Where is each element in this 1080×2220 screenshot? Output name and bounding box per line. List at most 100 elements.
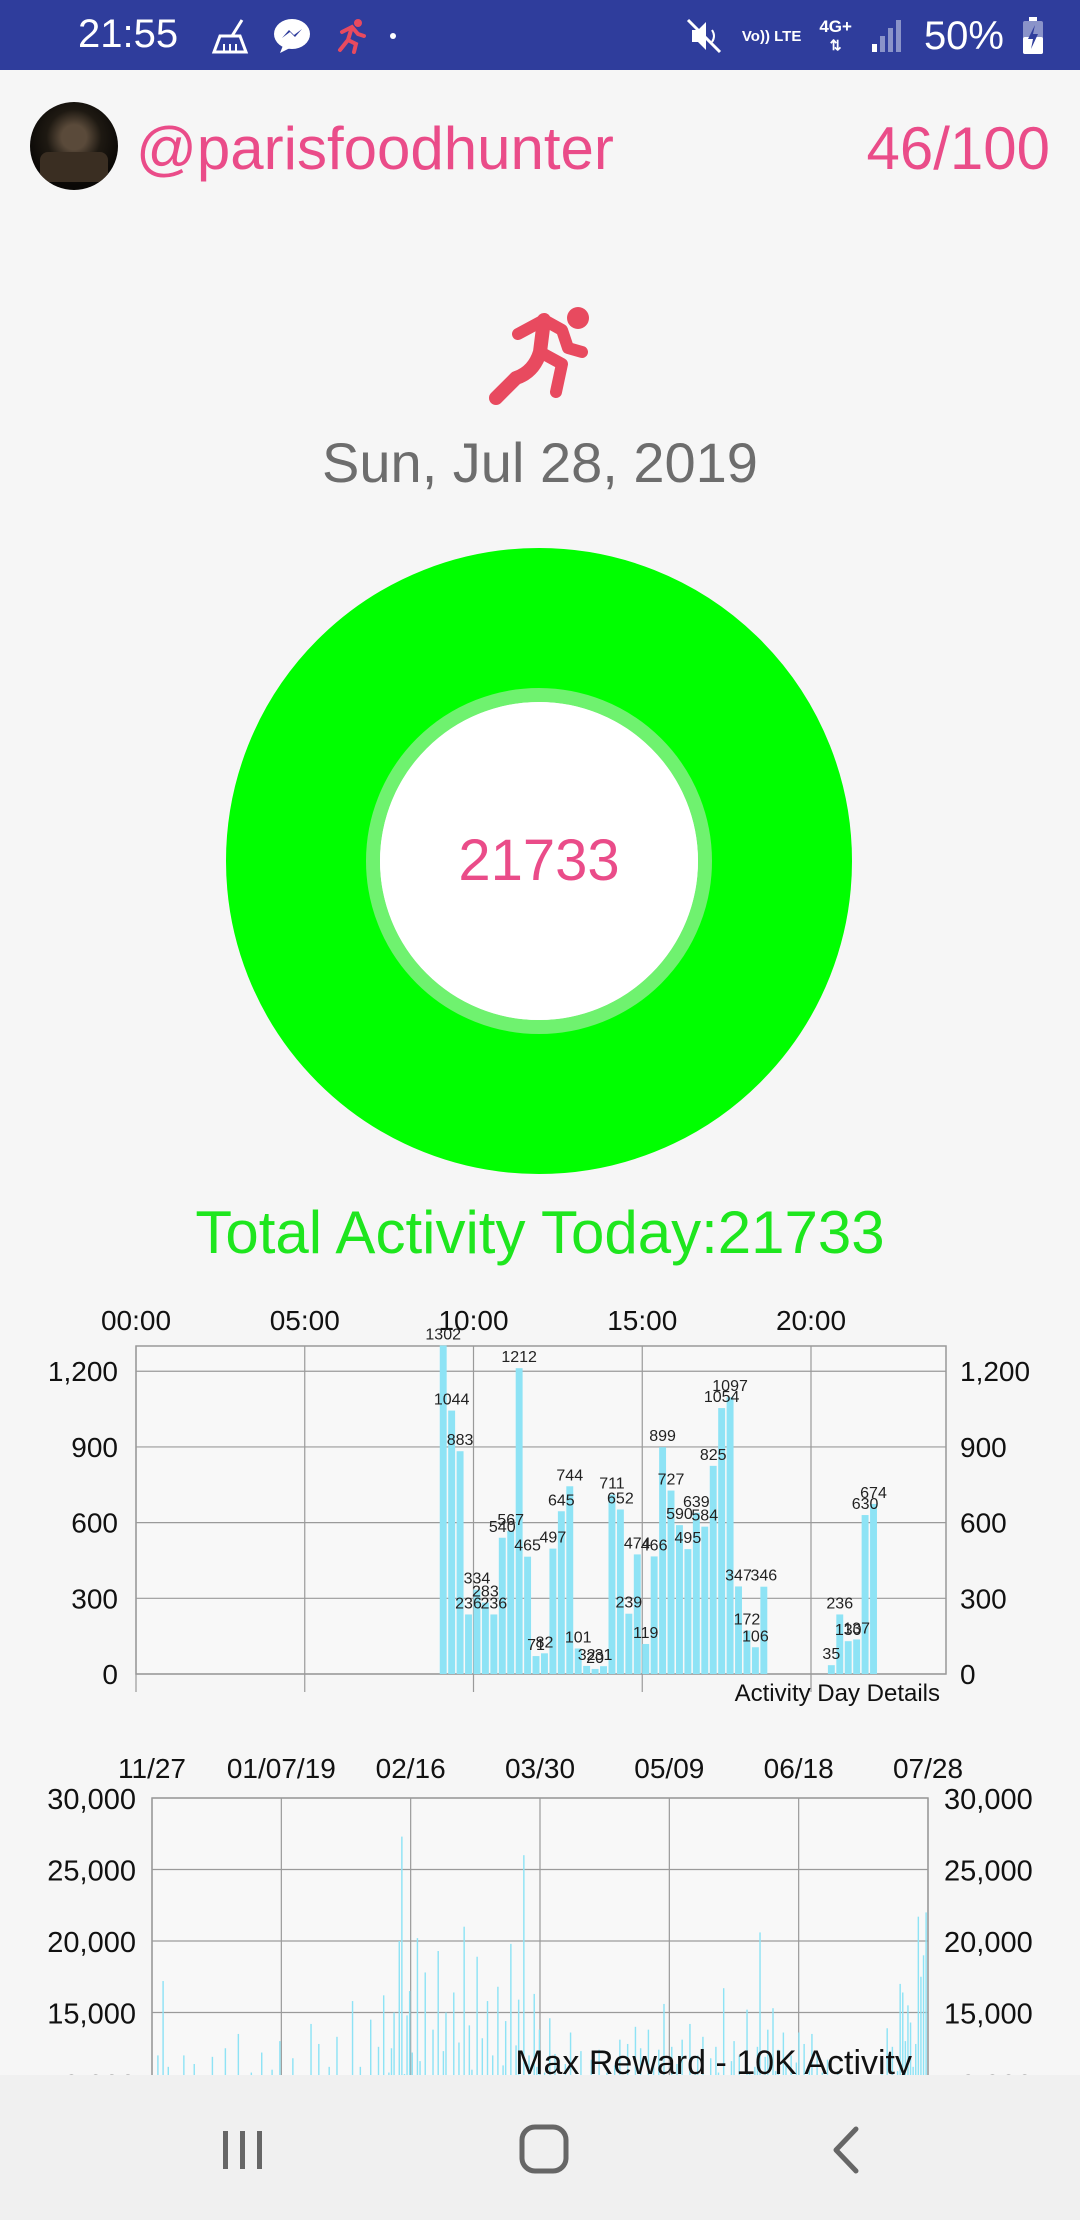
day-bar <box>448 1410 456 1674</box>
y-tick-label-left: 0 <box>102 1659 118 1690</box>
day-bar-value-label: 883 <box>447 1432 474 1449</box>
profile-header: @parisfoodhunter 46/100 <box>0 70 1080 220</box>
history-y-tick-label-left: 25,000 <box>47 1856 136 1888</box>
y-tick-label-left: 1,200 <box>48 1356 118 1387</box>
history-bar <box>481 2038 484 2075</box>
history-bar <box>157 2055 159 2075</box>
history-x-tick-label: 07/28 <box>893 1753 963 1784</box>
day-bar <box>650 1556 658 1674</box>
username[interactable]: @parisfoodhunter <box>136 114 614 183</box>
history-bar <box>351 2001 354 2075</box>
history-bar <box>468 2025 471 2075</box>
history-x-tick-label: 11/27 <box>118 1753 186 1784</box>
history-bar <box>476 1956 478 2075</box>
recent-apps-icon[interactable] <box>203 2115 283 2185</box>
day-bar-value-label: 727 <box>658 1472 685 1489</box>
history-bar <box>445 2012 447 2075</box>
history-bar <box>393 2012 395 2075</box>
day-bar-value-label: 495 <box>675 1530 702 1547</box>
history-bar <box>432 2029 434 2075</box>
day-bar-value-label: 1212 <box>501 1349 537 1366</box>
data-arrows-icon: ⇅ <box>829 37 842 53</box>
history-bar <box>419 2061 421 2075</box>
day-bar <box>616 1509 624 1674</box>
x-tick-label: 00:00 <box>101 1305 171 1336</box>
history-y-tick-label-right: 30,000 <box>944 1784 1033 1816</box>
back-icon[interactable] <box>808 2115 888 2185</box>
day-bar <box>456 1451 464 1674</box>
history-x-tick-label: 02/16 <box>376 1753 446 1784</box>
day-bar-value-label: 1097 <box>712 1378 748 1395</box>
history-bar <box>497 1986 499 2075</box>
history-bar <box>912 2066 914 2075</box>
history-y-tick-label-left: 30,000 <box>47 1784 136 1816</box>
day-bar-value-label: 137 <box>843 1620 870 1637</box>
day-chart-title: Activity Day Details <box>735 1680 940 1707</box>
day-bar <box>709 1465 717 1674</box>
day-bar-value-label: 567 <box>497 1512 524 1529</box>
y-tick-label-left: 600 <box>71 1508 118 1539</box>
x-tick-label: 15:00 <box>607 1305 677 1336</box>
day-bar-value-label: 106 <box>742 1628 769 1645</box>
day-bar <box>844 1641 852 1674</box>
day-bar <box>625 1613 633 1674</box>
score: 46/100 <box>866 115 1050 182</box>
day-activity-chart[interactable]: 0 0 300 300 600 600 900 900 1,200 1,200 00:00 05:00… <box>0 1290 1080 1730</box>
messenger-icon <box>274 19 310 53</box>
day-bar <box>684 1549 692 1674</box>
day-bar <box>600 1666 607 1674</box>
day-bar-value-label: 239 <box>615 1595 642 1612</box>
history-x-tick-label: 01/07/19 <box>227 1753 336 1784</box>
status-time: 21:55 <box>78 12 179 56</box>
history-y-tick-label-right: 20,000 <box>944 1927 1033 1959</box>
day-bar <box>633 1554 641 1674</box>
running-person-icon <box>489 307 589 405</box>
battery-icon <box>1023 17 1043 54</box>
day-bar-value-label: 1302 <box>425 1326 461 1343</box>
avatar[interactable] <box>30 102 118 190</box>
history-bar <box>261 2052 263 2075</box>
history-bar <box>504 2021 507 2075</box>
history-bar <box>437 1951 439 2075</box>
history-y-tick-label-left: 20,000 <box>47 1927 136 1959</box>
x-tick-label: 05:00 <box>270 1305 340 1336</box>
day-bar-value-label: 645 <box>548 1492 575 1509</box>
day-bar-value-label: 82 <box>536 1634 554 1651</box>
history-bar <box>336 2036 338 2075</box>
day-bar-value-label: 497 <box>540 1530 567 1547</box>
history-bar <box>167 2066 169 2075</box>
history-bar <box>237 2033 240 2075</box>
day-bar <box>701 1526 709 1674</box>
history-bar <box>486 2001 489 2075</box>
history-bar <box>416 1938 419 2075</box>
day-bar-value-label: 466 <box>641 1537 668 1554</box>
history-bar <box>411 2052 413 2075</box>
volte-label: Vo)) LTE <box>741 27 802 45</box>
battery-percent: 50% <box>923 13 1004 58</box>
y-tick-label-right: 0 <box>960 1659 976 1690</box>
history-bar <box>406 2015 408 2075</box>
day-bar <box>642 1643 650 1674</box>
history-bar <box>193 2063 195 2075</box>
history-bar <box>920 1976 922 2075</box>
day-bar <box>861 1515 869 1674</box>
day-bar-value-label: 1044 <box>434 1392 470 1409</box>
history-x-tick-label: 05/09 <box>634 1753 704 1784</box>
day-bar <box>583 1665 591 1674</box>
x-tick-label: 20:00 <box>776 1305 846 1336</box>
day-bar-value-label: 346 <box>750 1568 777 1585</box>
day-bar-value-label: 465 <box>514 1538 541 1555</box>
history-bar <box>463 1926 465 2075</box>
day-bar <box>735 1586 742 1674</box>
day-bar <box>676 1525 683 1674</box>
history-bar <box>224 2048 227 2075</box>
history-activity-chart[interactable]: 5,0005,00010,00010,00015,00015,00020,000… <box>0 1740 1080 2075</box>
history-x-tick-label: 03/30 <box>505 1753 575 1784</box>
history-bar <box>915 2043 917 2075</box>
day-bar <box>549 1548 557 1674</box>
day-bar <box>751 1647 759 1674</box>
day-bar <box>465 1614 472 1674</box>
home-icon[interactable] <box>504 2115 584 2185</box>
day-bar <box>827 1665 835 1674</box>
reference-line-label: Max Reward - 10K Activity <box>515 2044 912 2075</box>
